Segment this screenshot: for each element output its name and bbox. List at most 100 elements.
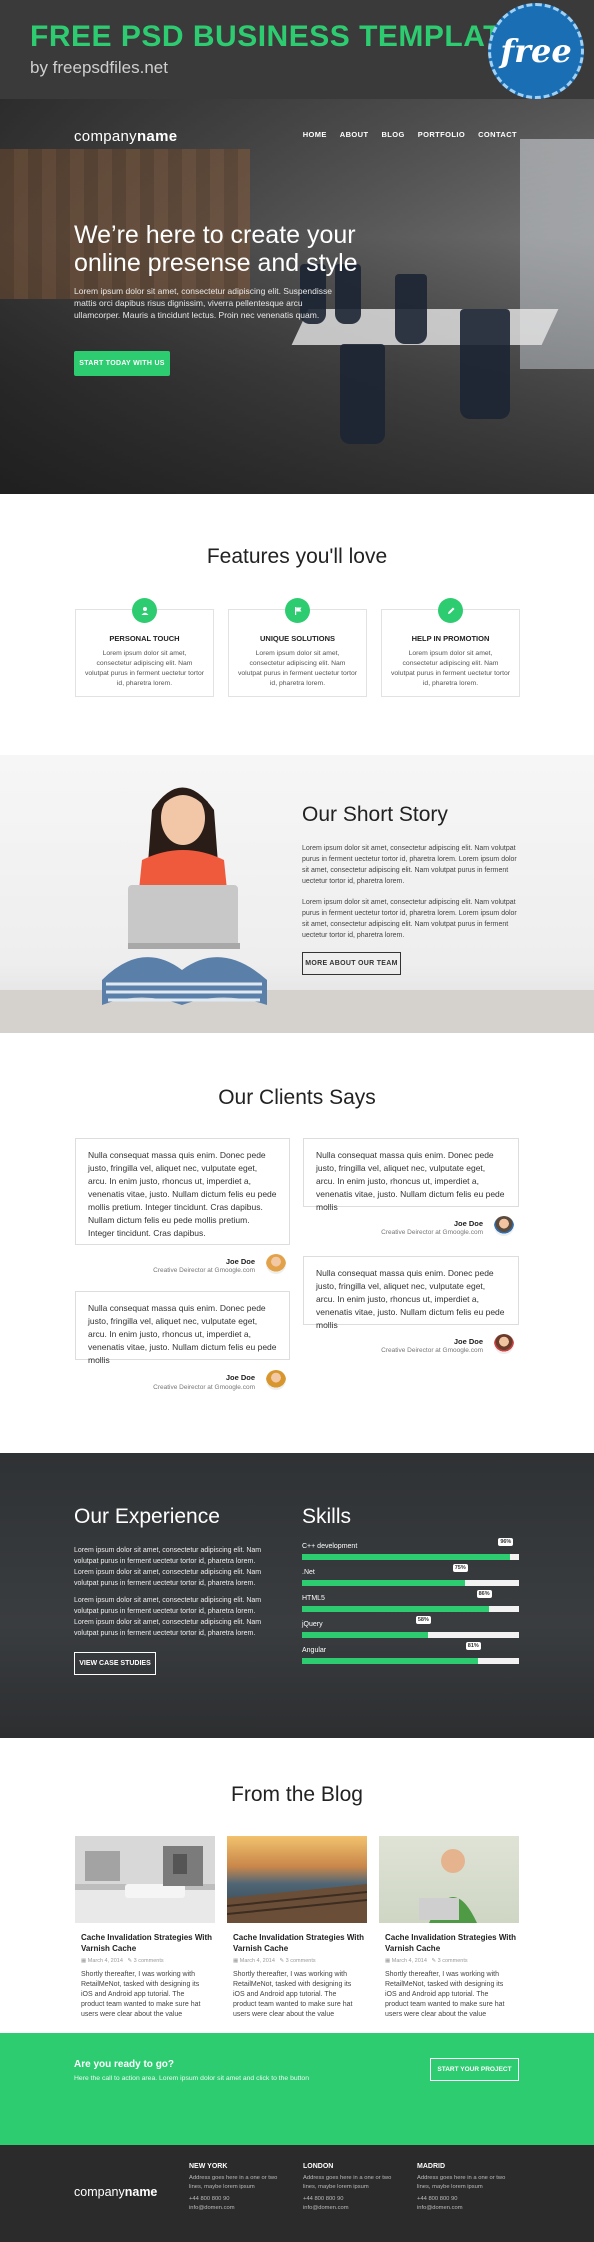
calendar-icon: ▦: [385, 1958, 392, 1964]
feature-title: HELP IN PROMOTION: [411, 634, 490, 643]
feature-text: Lorem ipsum dolor sit amet, consectetur …: [238, 650, 358, 687]
office-city: NEW YORK: [189, 2163, 228, 2170]
testimonial-name: Joe Doe: [225, 1373, 255, 1382]
skill-bar: [302, 1580, 519, 1586]
testimonial-name: Joe Doe: [225, 1257, 255, 1266]
skill-bar: [302, 1632, 519, 1638]
office-city: MADRID: [417, 2163, 445, 2170]
blog-post-excerpt: Shortly thereafter, I was working with R…: [385, 1971, 505, 2018]
experience-title: Our Experience: [74, 1505, 220, 1528]
calendar-icon: ▦: [81, 1958, 88, 1964]
office-phone: +44 800 800 90: [303, 2196, 344, 2202]
hero-section: companyname HOME ABOUT BLOG PORTFOLIO CO…: [0, 99, 594, 494]
logo-light: company: [74, 128, 137, 145]
features-title: Features you'll love: [206, 545, 388, 568]
office-email[interactable]: info@domen.com: [417, 2204, 507, 2213]
experience-paragraph: Lorem ipsum dolor sit amet, consectetur …: [74, 1597, 262, 1637]
hero-chair: [340, 344, 385, 444]
banner-subtitle: by freepsdfiles.net: [30, 58, 168, 77]
skill-bar: [302, 1658, 519, 1664]
story-title: Our Short Story: [302, 803, 448, 826]
blog-post-title[interactable]: Cache Invalidation Strategies With Varni…: [385, 1932, 525, 1954]
nav-blog[interactable]: BLOG: [381, 130, 404, 139]
post-comments[interactable]: 3 comments: [286, 1958, 316, 1964]
testimonial-role: Creative Deirector at Gmoogle.com: [153, 1267, 255, 1274]
blog-post-meta: ▦ March 4, 2014 ✎ 3 comments: [233, 1958, 373, 1964]
blog-thumbnail[interactable]: [75, 1836, 215, 1923]
free-badge: free: [488, 3, 584, 99]
nav-home[interactable]: HOME: [303, 130, 327, 139]
testimonial-box: Nulla consequat massa quis enim. Donec p…: [303, 1256, 519, 1330]
hero-chair: [395, 274, 427, 344]
hero-text: Lorem ipsum dolor sit amet, consectetur …: [74, 286, 332, 320]
logo-bold: name: [136, 128, 178, 145]
nav-portfolio[interactable]: PORTFOLIO: [418, 130, 465, 139]
feature-title: UNIQUE SOLUTIONS: [259, 634, 335, 643]
skill-percent: 86%: [476, 1590, 492, 1598]
hero-chair: [460, 309, 510, 419]
experience-paragraph: Lorem ipsum dolor sit amet, consectetur …: [74, 1547, 262, 1587]
flag-icon: [285, 598, 310, 623]
skill-bar: [302, 1606, 519, 1612]
woman-with-laptop-image: [102, 787, 267, 1005]
skills-title: Skills: [302, 1505, 352, 1528]
testimonial-box: Nulla consequat massa quis enim. Donec p…: [75, 1138, 290, 1245]
footer-office: LONDON Address goes here in a one or two…: [303, 2163, 393, 2212]
office-email[interactable]: info@domen.com: [303, 2204, 393, 2213]
start-project-button[interactable]: START YOUR PROJECT: [430, 2058, 519, 2081]
skill-label: HTML5: [302, 1595, 325, 1602]
site-logo[interactable]: companyname: [74, 128, 177, 145]
blog-post-title[interactable]: Cache Invalidation Strategies With Varni…: [81, 1932, 221, 1954]
more-about-team-button[interactable]: MORE ABOUT OUR TEAM: [302, 952, 401, 975]
testimonial-role: Creative Deirector at Gmoogle.com: [381, 1229, 483, 1236]
testimonial-box: Nulla consequat massa quis enim. Donec p…: [303, 1138, 519, 1212]
post-date: March 4, 2014: [239, 1958, 275, 1964]
office-phone: +44 800 800 90: [189, 2196, 230, 2202]
story-section: Our Short Story Lorem ipsum dolor sit am…: [0, 755, 594, 1033]
post-comments[interactable]: 3 comments: [438, 1958, 468, 1964]
footer-office: MADRID Address goes here in a one or two…: [417, 2163, 507, 2212]
skill-label: Angular: [302, 1647, 327, 1654]
skill-fill: [302, 1580, 465, 1586]
blog-post-title[interactable]: Cache Invalidation Strategies With Varni…: [233, 1932, 373, 1954]
blog-post-meta: ▦ March 4, 2014 ✎ 3 comments: [81, 1958, 221, 1964]
testimonial-name: Joe Doe: [453, 1219, 483, 1228]
skill-percent: 81%: [465, 1642, 481, 1650]
skill-label: jQuery: [302, 1621, 323, 1628]
office-phone: +44 800 800 90: [417, 2196, 458, 2202]
blog-thumbnail[interactable]: [226, 1836, 368, 1923]
footer-logo[interactable]: companyname: [74, 2185, 157, 2199]
cta-section: [0, 2033, 594, 2145]
banner-title: FREE PSD BUSINESS TEMPLATE: [30, 20, 523, 53]
skill-fill: [302, 1554, 511, 1560]
post-comments[interactable]: 3 comments: [134, 1958, 164, 1964]
skill-fill: [302, 1606, 489, 1612]
avatar: [266, 1370, 286, 1390]
nav-contact[interactable]: CONTACT: [478, 130, 517, 139]
blog-thumbnail[interactable]: [379, 1836, 519, 1923]
office-address: Address goes here in a one or two lines,…: [417, 2175, 506, 2190]
badge-label: free: [500, 32, 572, 70]
footer-office: NEW YORK Address goes here in a one or t…: [189, 2163, 279, 2212]
office-address: Address goes here in a one or two lines,…: [189, 2175, 278, 2190]
logo-light: company: [74, 2185, 125, 2199]
cta-heading: Are you ready to go?: [74, 2059, 175, 2070]
feature-text: Lorem ipsum dolor sit amet, consectetur …: [85, 650, 205, 687]
person-icon: [132, 598, 157, 623]
avatar: [494, 1216, 514, 1236]
skill-percent: 96%: [498, 1538, 514, 1546]
logo-bold: name: [124, 2185, 158, 2199]
office-email[interactable]: info@domen.com: [189, 2204, 279, 2213]
cta-subtext: Here the call to action area. Lorem ipsu…: [74, 2075, 309, 2082]
view-case-studies-button[interactable]: VIEW CASE STUDIES: [74, 1652, 156, 1675]
office-city: LONDON: [303, 2163, 334, 2170]
blog-title: From the Blog: [231, 1783, 363, 1806]
skill-label: C++ development: [302, 1543, 358, 1550]
start-today-button[interactable]: START TODAY WITH US: [74, 351, 170, 376]
main-nav: HOME ABOUT BLOG PORTFOLIO CONTACT: [303, 130, 517, 139]
testimonial-role: Creative Deirector at Gmoogle.com: [381, 1347, 483, 1354]
testimonial-name: Joe Doe: [453, 1337, 483, 1346]
nav-about[interactable]: ABOUT: [340, 130, 369, 139]
avatar: [266, 1254, 286, 1274]
skill-bar: [302, 1554, 519, 1560]
